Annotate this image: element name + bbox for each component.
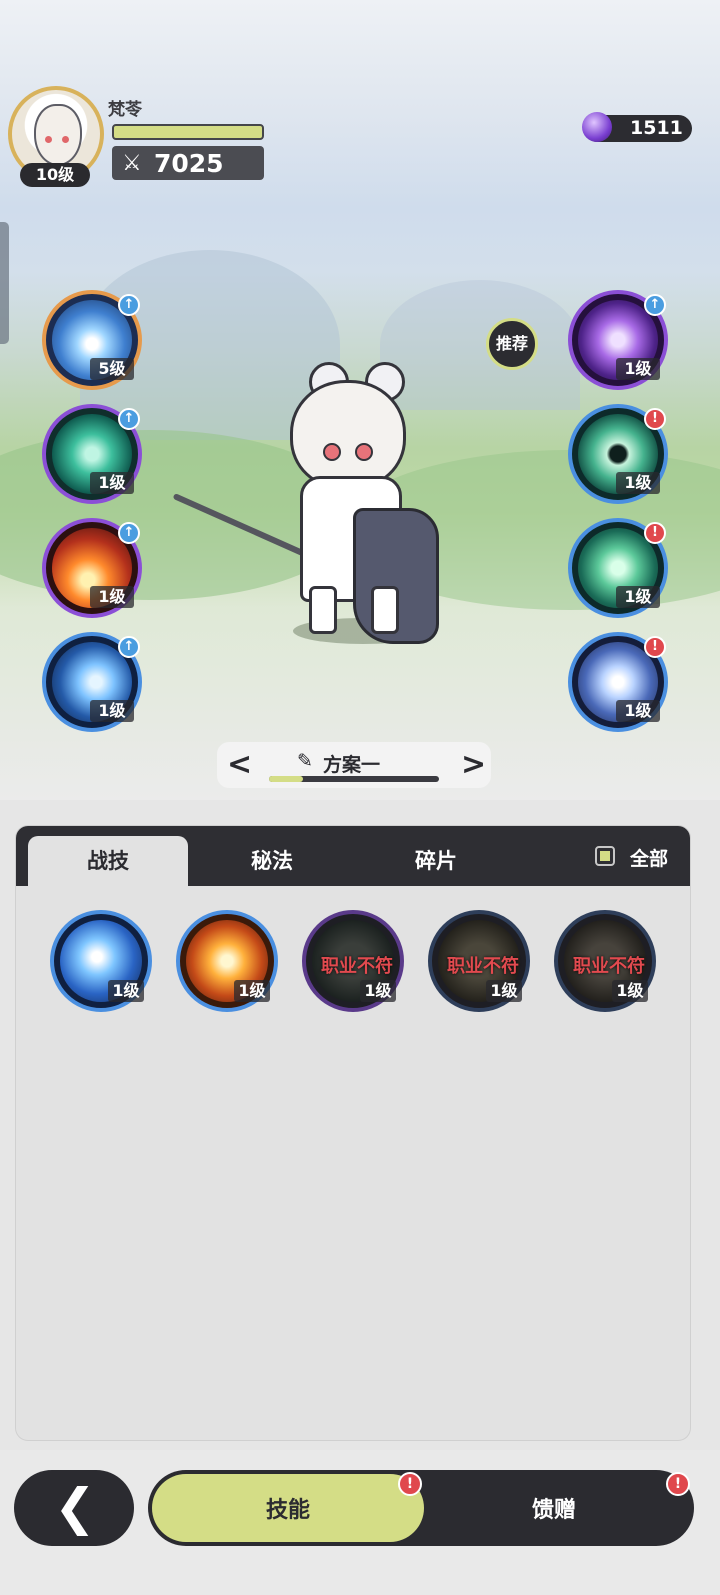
- character-exp-bar: [112, 124, 264, 140]
- skill-slot-left-2[interactable]: 1级 ↑: [42, 404, 142, 504]
- tab-fragments[interactable]: 碎片: [356, 836, 516, 886]
- combat-power-value: 7025: [154, 149, 224, 178]
- skill-level: 1级: [108, 980, 144, 1002]
- upgrade-arrow-icon: ↑: [118, 636, 140, 658]
- skill-level: 5级: [90, 358, 134, 380]
- class-mismatch-label: 职业不符: [321, 956, 393, 977]
- skill-list-item[interactable]: 职业不符 1级: [554, 910, 656, 1012]
- purple-gem-icon: [582, 112, 612, 142]
- alert-icon: !: [644, 636, 666, 658]
- skill-tabbar: 战技 秘法 碎片 全部: [16, 826, 690, 886]
- skill-slot-left-4[interactable]: 1级 ↑: [42, 632, 142, 732]
- skill-slot-right-4[interactable]: 1级 !: [568, 632, 668, 732]
- skill-slot-right-3[interactable]: 1级 !: [568, 518, 668, 618]
- skill-level: 1级: [90, 472, 134, 494]
- currency-display[interactable]: 1511: [582, 112, 692, 142]
- tab-combat-skills[interactable]: 战技: [28, 836, 188, 886]
- skill-level: 1级: [90, 586, 134, 608]
- avatar-portrait: [34, 104, 82, 166]
- skill-level: 1级: [486, 980, 522, 1002]
- combat-power: ⚔ 7025: [112, 146, 264, 180]
- crossed-swords-icon: ⚔: [122, 151, 142, 176]
- plan-prev-button[interactable]: <: [227, 747, 252, 782]
- skill-level: 1级: [616, 700, 660, 722]
- skill-slot-right-1[interactable]: 1级 ↑: [568, 290, 668, 390]
- skill-list-item[interactable]: 职业不符 1级: [302, 910, 404, 1012]
- class-mismatch-label: 职业不符: [447, 956, 519, 977]
- currency-value: 1511: [630, 117, 683, 139]
- tab-skills-label[interactable]: 技能: [266, 1492, 310, 1524]
- character-name: 梵苓: [108, 100, 142, 120]
- gift-alert-badge: !: [666, 1472, 690, 1496]
- upgrade-arrow-icon: ↑: [118, 294, 140, 316]
- skill-slot-left-3[interactable]: 1级 ↑: [42, 518, 142, 618]
- upgrade-arrow-icon: ↑: [644, 294, 666, 316]
- skill-list-item[interactable]: 职业不符 1级: [428, 910, 530, 1012]
- back-arrow-icon: ❮: [54, 1478, 96, 1536]
- skill-level: 1级: [616, 358, 660, 380]
- recommend-button[interactable]: 推荐: [486, 318, 538, 370]
- plan-progress-fill: [269, 776, 303, 782]
- character-level-badge: 10级: [20, 163, 90, 187]
- skill-list-item[interactable]: 1级: [50, 910, 152, 1012]
- filter-all-label[interactable]: 全部: [630, 844, 668, 871]
- skill-level: 1级: [612, 980, 648, 1002]
- class-mismatch-label: 职业不符: [573, 956, 645, 977]
- side-drawer-handle[interactable]: [0, 222, 9, 344]
- alert-icon: !: [644, 522, 666, 544]
- back-button[interactable]: ❮: [14, 1470, 134, 1546]
- skill-slot-right-2[interactable]: 1级 !: [568, 404, 668, 504]
- plan-name[interactable]: 方案一: [323, 750, 380, 777]
- skill-level: 1级: [616, 472, 660, 494]
- skill-slot-left-1[interactable]: 5级 ↑: [42, 290, 142, 390]
- character-model: [172, 358, 445, 648]
- plan-progress-bar: [269, 776, 439, 782]
- filter-all-checkbox[interactable]: [595, 846, 615, 866]
- skill-list-item[interactable]: 1级: [176, 910, 278, 1012]
- skill-level: 1级: [360, 980, 396, 1002]
- upgrade-arrow-icon: ↑: [118, 408, 140, 430]
- tab-gift-label[interactable]: 馈赠: [532, 1492, 576, 1524]
- pencil-icon[interactable]: ✎: [297, 750, 313, 772]
- plan-next-button[interactable]: >: [461, 747, 486, 782]
- skill-level: 1级: [616, 586, 660, 608]
- skill-level: 1级: [234, 980, 270, 1002]
- tab-secret-arts[interactable]: 秘法: [192, 836, 352, 886]
- skills-alert-badge: !: [398, 1472, 422, 1496]
- plan-switcher: < > ✎ 方案一: [217, 742, 491, 788]
- alert-icon: !: [644, 408, 666, 430]
- upgrade-arrow-icon: ↑: [118, 522, 140, 544]
- skill-level: 1级: [90, 700, 134, 722]
